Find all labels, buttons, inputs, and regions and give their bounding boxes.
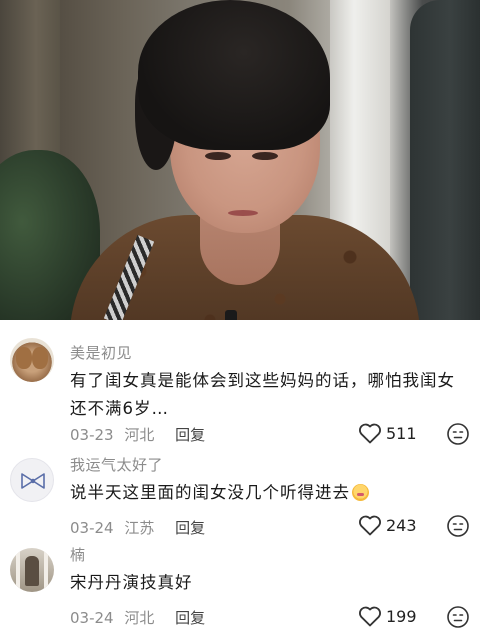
comment-location: 江苏 xyxy=(124,519,155,537)
heart-icon xyxy=(359,606,381,627)
comment-meta: 03-24 江苏 回复 xyxy=(70,517,211,538)
comment-username[interactable]: 我运气太好了 xyxy=(70,454,163,475)
comment-location: 河北 xyxy=(124,426,155,444)
like-button[interactable]: 243 xyxy=(358,514,417,536)
comment-meta: 03-23 河北 回复 xyxy=(70,424,211,445)
teddy-bears-avatar-icon[interactable] xyxy=(10,338,54,382)
photo-avatar-icon[interactable] xyxy=(10,548,54,592)
video-frame[interactable] xyxy=(0,0,480,320)
bear-shape xyxy=(16,347,32,369)
comment-location: 河北 xyxy=(124,609,155,627)
dislike-face-icon[interactable] xyxy=(446,605,470,629)
comment-date: 03-24 xyxy=(70,519,114,537)
dislike-face-icon[interactable] xyxy=(446,514,470,538)
figure-shape xyxy=(25,556,39,586)
person-hair xyxy=(138,0,330,150)
person-eye-right xyxy=(252,152,278,160)
person-eye-left xyxy=(205,152,231,160)
comment-list: 美是初见 有了闺女真是能体会到这些妈妈的话，哪怕我闺女还不满6岁… 03-23 … xyxy=(0,320,480,640)
lapel-mic xyxy=(225,310,237,320)
comment-username[interactable]: 美是初见 xyxy=(70,342,132,363)
pillar-shape xyxy=(44,552,48,590)
like-count: 243 xyxy=(386,515,417,535)
comment-text: 说半天这里面的闺女没几个听得进去 xyxy=(70,479,470,507)
heart-icon xyxy=(359,515,381,536)
person-mouth xyxy=(228,210,258,216)
like-button[interactable]: 199 xyxy=(358,605,417,627)
reply-button[interactable]: 回复 xyxy=(175,609,205,627)
like-count: 199 xyxy=(386,606,417,626)
heart-icon xyxy=(359,423,381,444)
reply-button[interactable]: 回复 xyxy=(175,426,205,444)
like-button[interactable]: 511 xyxy=(358,422,417,444)
comment-date: 03-24 xyxy=(70,609,114,627)
reply-button[interactable]: 回复 xyxy=(175,519,205,537)
crying-face-emoji xyxy=(352,484,369,501)
comment-meta: 03-24 河北 回复 xyxy=(70,607,211,628)
background-coat xyxy=(410,0,480,320)
comment-text-body: 说半天这里面的闺女没几个听得进去 xyxy=(70,483,350,502)
comment-text: 有了闺女真是能体会到这些妈妈的话，哪怕我闺女还不满6岁… xyxy=(70,371,455,418)
pillar-shape xyxy=(16,552,20,590)
bear-shape xyxy=(32,347,48,369)
like-count: 511 xyxy=(386,423,417,443)
comment-text: 宋丹丹演技真好 xyxy=(70,573,193,592)
comment-date: 03-23 xyxy=(70,426,114,444)
comment-username[interactable]: 楠 xyxy=(70,544,86,565)
bow-avatar-icon[interactable] xyxy=(10,458,54,502)
bow-shape xyxy=(21,473,45,489)
dislike-face-icon[interactable] xyxy=(446,422,470,446)
